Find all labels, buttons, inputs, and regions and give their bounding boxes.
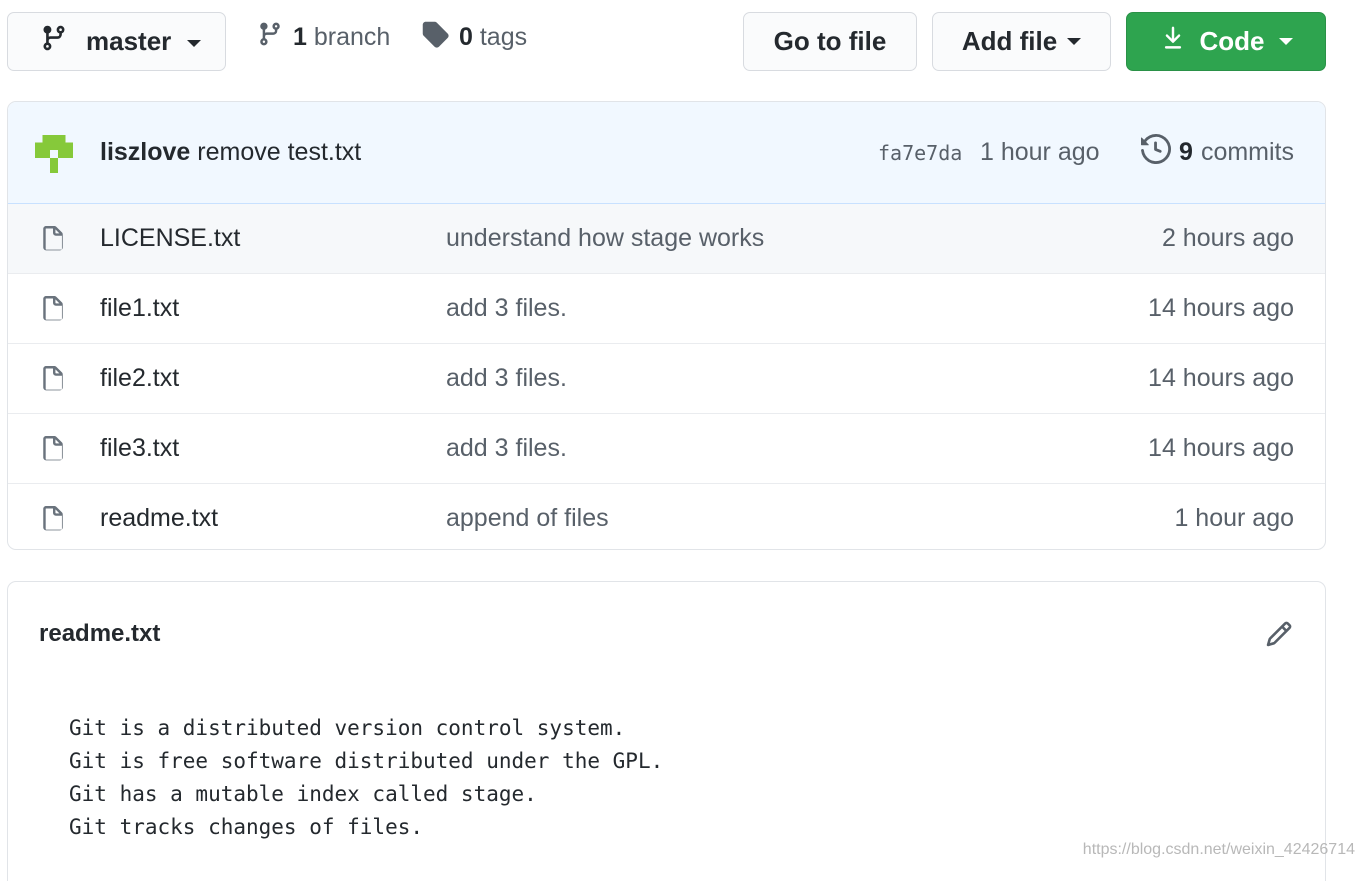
download-icon xyxy=(1160,24,1186,59)
file-commit-time: 14 hours ago xyxy=(1148,364,1294,392)
readme-title[interactable]: readme.txt xyxy=(39,620,160,648)
branch-name: master xyxy=(86,26,172,56)
code-button[interactable]: Code xyxy=(1126,12,1326,71)
commit-time: 1 hour ago xyxy=(980,138,1100,166)
file-row[interactable]: file3.txt add 3 files. 14 hours ago xyxy=(8,413,1325,483)
file-row[interactable]: LICENSE.txt understand how stage works 2… xyxy=(8,204,1325,273)
history-icon xyxy=(1141,133,1172,171)
git-branch-icon xyxy=(257,20,283,55)
add-file-label: Add file xyxy=(961,26,1058,56)
file-commit-time: 2 hours ago xyxy=(1161,224,1294,252)
file-icon xyxy=(40,224,66,261)
tag-label: tags xyxy=(479,23,528,51)
branch-label: branch xyxy=(313,23,391,51)
pencil-icon[interactable] xyxy=(1265,620,1293,653)
commits-count: 9 xyxy=(1179,138,1193,166)
tags-link[interactable]: 0 tags xyxy=(421,20,527,55)
file-icon xyxy=(40,294,66,331)
tag-icon xyxy=(421,20,449,55)
file-icon xyxy=(40,434,66,471)
file-icon xyxy=(40,364,66,401)
file-row[interactable]: file2.txt add 3 files. 14 hours ago xyxy=(8,343,1325,413)
file-name[interactable]: file2.txt xyxy=(100,364,179,393)
file-row[interactable]: readme.txt append of files 1 hour ago xyxy=(8,483,1325,549)
chevron-down-icon xyxy=(187,40,202,47)
file-icon xyxy=(40,504,66,541)
code-label: Code xyxy=(1199,26,1265,56)
file-name[interactable]: readme.txt xyxy=(100,504,218,533)
file-commit-message[interactable]: add 3 files. xyxy=(446,434,567,463)
file-commit-message[interactable]: append of files xyxy=(446,504,609,533)
branches-link[interactable]: 1 branch xyxy=(257,20,390,55)
file-row[interactable]: file1.txt add 3 files. 14 hours ago xyxy=(8,273,1325,343)
add-file-button[interactable]: Add file xyxy=(932,12,1111,71)
file-commit-message[interactable]: add 3 files. xyxy=(446,294,567,323)
file-listing: liszlove remove test.txt fa7e7da 1 hour … xyxy=(7,101,1326,550)
git-branch-icon xyxy=(40,23,68,60)
watermark: https://blog.csdn.net/weixin_42426714 xyxy=(1082,841,1355,858)
file-name[interactable]: LICENSE.txt xyxy=(100,224,240,253)
branch-select-button[interactable]: master xyxy=(7,12,226,71)
chevron-down-icon xyxy=(1278,38,1293,45)
file-name[interactable]: file1.txt xyxy=(100,294,179,323)
branch-count: 1 xyxy=(293,23,307,51)
file-commit-time: 1 hour ago xyxy=(1174,504,1294,532)
tag-count: 0 xyxy=(459,23,473,51)
go-to-file-button[interactable]: Go to file xyxy=(743,12,917,71)
readme-panel: readme.txt Git is a distributed version … xyxy=(7,581,1326,881)
commits-label: commits xyxy=(1200,138,1294,166)
file-commit-message[interactable]: understand how stage works xyxy=(446,224,764,253)
commit-author[interactable]: liszlove xyxy=(100,138,190,166)
file-commit-time: 14 hours ago xyxy=(1148,294,1294,322)
file-commit-message[interactable]: add 3 files. xyxy=(446,364,567,393)
file-name[interactable]: file3.txt xyxy=(100,434,179,463)
commits-link[interactable]: 9 commits xyxy=(1141,133,1294,171)
commit-message[interactable]: remove test.txt xyxy=(197,138,361,166)
chevron-down-icon xyxy=(1067,38,1082,45)
avatar[interactable] xyxy=(34,135,74,178)
commit-sha[interactable]: fa7e7da xyxy=(878,141,962,165)
readme-header: readme.txt xyxy=(8,582,1325,686)
readme-content: Git is a distributed version control sys… xyxy=(69,716,664,839)
latest-commit-bar: liszlove remove test.txt fa7e7da 1 hour … xyxy=(8,102,1325,204)
file-commit-time: 14 hours ago xyxy=(1148,434,1294,462)
